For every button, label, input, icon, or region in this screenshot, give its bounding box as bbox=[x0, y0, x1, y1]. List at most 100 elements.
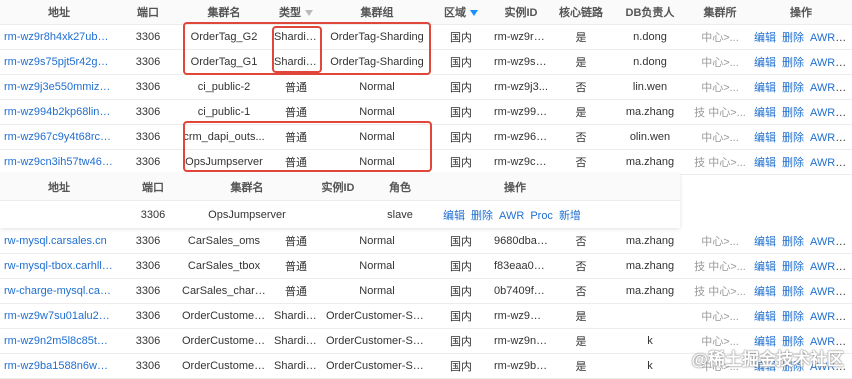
edit-link[interactable]: 编辑 bbox=[754, 32, 776, 44]
cell-cluster: ci_public-2 bbox=[197, 81, 251, 93]
cell-address[interactable]: rm-wz9n2m5l8c85t51... bbox=[0, 335, 118, 347]
table-row: rm-wz967c9y4t68rcz... 3306 crm_dapi_outs..… bbox=[0, 125, 852, 150]
delete-link[interactable]: 删除 bbox=[782, 286, 804, 298]
awr-link[interactable]: AWR bbox=[810, 311, 835, 323]
cell-owner: ma.zhang bbox=[625, 285, 675, 297]
cell-port: 3306 bbox=[135, 310, 161, 322]
awr-link[interactable]: AWR bbox=[810, 57, 835, 69]
cell-region: 国内 bbox=[450, 107, 472, 119]
edit-link[interactable]: 编辑 bbox=[754, 311, 776, 323]
cell-address[interactable]: rm-wz9j3e550mmizea... bbox=[0, 81, 118, 93]
delete-link[interactable]: 删除 bbox=[782, 261, 804, 273]
delete-link[interactable]: 删除 bbox=[782, 107, 804, 119]
cell-actions: 编辑删除AWRProc bbox=[750, 29, 852, 45]
cell-region: 国内 bbox=[450, 57, 472, 69]
cell-cluster: OrderCustomer... bbox=[182, 360, 267, 372]
sub-header-role: 角色 bbox=[389, 182, 411, 194]
cell-port: 3306 bbox=[135, 81, 161, 93]
awr-link[interactable]: AWR bbox=[810, 286, 835, 298]
delete-link[interactable]: 删除 bbox=[782, 311, 804, 323]
cell-instance: rm-wz967... bbox=[494, 131, 552, 143]
edit-link[interactable]: 编辑 bbox=[754, 82, 776, 94]
cell-address[interactable]: rw-mysql-tbox.carhll.cn bbox=[0, 260, 118, 272]
cell-port: 3306 bbox=[135, 335, 161, 347]
filter-icon[interactable] bbox=[305, 10, 313, 17]
cell-core: 是 bbox=[575, 311, 587, 323]
edit-link[interactable]: 编辑 bbox=[754, 157, 776, 169]
delete-link[interactable]: 删除 bbox=[782, 132, 804, 144]
cell-actions: 编辑删除AWRProc bbox=[750, 154, 852, 170]
cell-group: OrderCustomer-Sh... bbox=[326, 310, 429, 322]
cell-owner: ma.zhang bbox=[625, 260, 675, 272]
subtable-header: 地址 端口 集群名 实例ID 角色 操作 bbox=[0, 174, 680, 201]
awr-link[interactable]: AWR bbox=[810, 82, 835, 94]
cell-port: 3306 bbox=[135, 360, 161, 372]
awr-link[interactable]: AWR bbox=[810, 32, 835, 44]
awr-link[interactable]: AWR bbox=[810, 157, 835, 169]
delete-link[interactable]: 删除 bbox=[782, 236, 804, 248]
filter-icon[interactable] bbox=[470, 10, 478, 17]
edit-link[interactable]: 编辑 bbox=[754, 236, 776, 248]
awr-link[interactable]: AWR bbox=[810, 261, 835, 273]
table-row: rm-wz9j3e550mmizea... 3306 ci_public-2 普通 No… bbox=[0, 75, 852, 100]
cell-type: 普通 bbox=[285, 107, 307, 119]
cell-address[interactable]: rm-wz967c9y4t68rcz... bbox=[0, 131, 118, 143]
edit-link[interactable]: 编辑 bbox=[754, 57, 776, 69]
cell-owner: lin.wen bbox=[632, 81, 668, 93]
cell-dept: 中心>... bbox=[701, 236, 739, 248]
delete-link[interactable]: 删除 bbox=[471, 210, 493, 222]
header-region[interactable]: 区域 bbox=[432, 4, 490, 20]
header-type[interactable]: 类型 bbox=[270, 4, 322, 20]
cell-owner: olin.wen bbox=[629, 131, 671, 143]
delete-link[interactable]: 删除 bbox=[782, 82, 804, 94]
cell-group: Normal bbox=[359, 260, 395, 272]
cell-region: 国内 bbox=[450, 361, 472, 373]
delete-link[interactable]: 删除 bbox=[782, 32, 804, 44]
cell-address[interactable]: rw-mysql.carsales.cn bbox=[0, 235, 118, 247]
cell-instance: f83eaa0df... bbox=[494, 260, 552, 272]
edit-link[interactable]: 编辑 bbox=[754, 261, 776, 273]
edit-link[interactable]: 编辑 bbox=[754, 132, 776, 144]
awr-link[interactable]: AWR bbox=[499, 210, 524, 222]
cell-group: Normal bbox=[359, 156, 395, 168]
cell-core: 是 bbox=[575, 361, 587, 373]
delete-link[interactable]: 删除 bbox=[782, 57, 804, 69]
table-row: rm-wz9cn3ih57tw463... 3306 OpsJumpserver 普通… bbox=[0, 150, 852, 175]
cell-type: 普通 bbox=[285, 132, 307, 144]
awr-link[interactable]: AWR bbox=[810, 236, 835, 248]
cell-instance: rm-wz9r8... bbox=[494, 31, 549, 43]
cell-dept: 技 中心>... bbox=[694, 286, 746, 298]
table-body: rm-wz9r8h4xk27ub9v... 3306 OrderTag_G2 Shar… bbox=[0, 25, 852, 175]
awr-link[interactable]: AWR bbox=[810, 107, 835, 119]
proc-link[interactable]: Proc bbox=[530, 210, 553, 222]
edit-link[interactable]: 编辑 bbox=[754, 286, 776, 298]
cell-address[interactable]: rm-wz9w7su01alu2v6... bbox=[0, 310, 118, 322]
cell-core: 否 bbox=[575, 261, 587, 273]
cell-address[interactable]: rw-charge-mysql.cars... bbox=[0, 285, 118, 297]
cell-address[interactable]: rm-wz9cn3ih57tw463... bbox=[0, 156, 118, 168]
cell-address[interactable]: rm-wz9s75pjt5r42g7e... bbox=[0, 56, 118, 68]
cell-port: 3306 bbox=[135, 235, 161, 247]
cell-cluster: CarSales_charge bbox=[182, 285, 267, 297]
cell-region: 国内 bbox=[450, 261, 472, 273]
cell-cluster: crm_dapi_outs... bbox=[183, 131, 265, 143]
cell-actions: 编辑删除AWRProc bbox=[750, 129, 852, 145]
cell-address[interactable]: rm-wz9r8h4xk27ub9v... bbox=[0, 31, 118, 43]
cell-core: 否 bbox=[575, 157, 587, 169]
cell-owner: k bbox=[647, 335, 653, 347]
awr-link[interactable]: AWR bbox=[810, 132, 835, 144]
cell-cluster: OrderCustomer... bbox=[182, 335, 267, 347]
add-link[interactable]: 新增 bbox=[559, 210, 581, 222]
edit-link[interactable]: 编辑 bbox=[443, 210, 465, 222]
cell-address[interactable]: rm-wz994b2kp68lin7r... bbox=[0, 106, 118, 118]
cell-address[interactable]: rm-wz9ba1588n6wpy... bbox=[0, 360, 118, 372]
edit-link[interactable]: 编辑 bbox=[754, 107, 776, 119]
cell-type: Sharding bbox=[274, 360, 319, 372]
delete-link[interactable]: 删除 bbox=[782, 157, 804, 169]
cell-type: 普通 bbox=[285, 286, 307, 298]
cell-instance: rm-wz9ba... bbox=[494, 360, 552, 372]
cell-actions: 编辑删除AWRProc bbox=[750, 258, 852, 274]
cell-region: 国内 bbox=[450, 236, 472, 248]
sub-header-instance: 实例ID bbox=[321, 182, 355, 194]
cell-region: 国内 bbox=[450, 311, 472, 323]
